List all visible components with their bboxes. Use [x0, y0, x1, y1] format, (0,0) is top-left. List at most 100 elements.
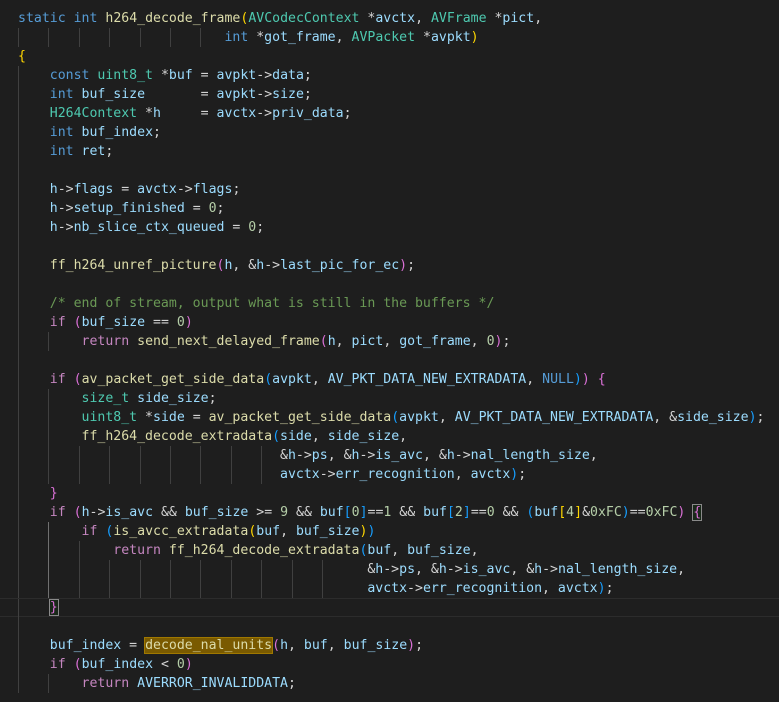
code-token: 0 [176, 315, 185, 330]
code-token: , [327, 638, 344, 653]
code-text: ff_h264_unref_picture(h, &h->last_pic_fo… [18, 256, 415, 275]
code-token: buf [256, 524, 281, 539]
code-token: h [153, 106, 161, 121]
code-token: ; [303, 87, 312, 102]
code-token: ) [573, 372, 582, 387]
code-line[interactable]: int buf_index; [0, 123, 779, 142]
code-token: , [335, 30, 352, 45]
code-token: ; [502, 334, 511, 349]
code-token: , [470, 334, 487, 349]
code-token: ; [256, 220, 265, 235]
code-token: pict [502, 11, 535, 26]
code-token: -> [383, 562, 400, 577]
code-token: -> [542, 562, 558, 577]
code-token: ( [272, 638, 281, 653]
code-token: * [359, 11, 376, 26]
code-line[interactable]: int *got_frame, AVPacket *avpkt) [0, 28, 779, 47]
code-token: = [145, 87, 217, 102]
code-line[interactable]: avctx->err_recognition, avctx); [0, 579, 779, 598]
code-text: return send_next_delayed_frame(h, pict, … [18, 332, 511, 351]
code-token: [ [558, 505, 567, 520]
code-token: ] [359, 505, 368, 520]
code-token: /* end of stream, output what is still i… [49, 296, 495, 311]
code-token: -> [295, 448, 312, 463]
code-token: av_packet_get_side_data [208, 410, 392, 425]
code-line[interactable]: return send_next_delayed_frame(h, pict, … [0, 332, 779, 351]
code-token: uint8_t [97, 68, 153, 83]
code-text: if (is_avcc_extradata(buf, buf_size)) [18, 522, 376, 541]
code-text: &h->ps, &h->is_avc, &h->nal_length_size, [18, 446, 598, 465]
code-token: == [367, 505, 384, 520]
code-line[interactable]: buf_index = decode_nal_units(h, buf, buf… [0, 636, 779, 655]
code-token: , [526, 372, 543, 387]
code-token: ; [415, 638, 424, 653]
code-line[interactable]: if (buf_index < 0) [0, 655, 779, 674]
code-token: ) [748, 410, 757, 425]
code-text: if (h->is_avc && buf_size >= 9 && buf[0]… [18, 503, 703, 522]
code-token: , [399, 429, 408, 444]
code-line[interactable]: /* end of stream, output what is still i… [0, 294, 779, 313]
code-token: h [446, 448, 455, 463]
code-line[interactable]: h->setup_finished = 0; [0, 199, 779, 218]
code-line[interactable]: } [0, 598, 779, 618]
code-line[interactable]: avctx->err_recognition, avctx); [0, 465, 779, 484]
code-line[interactable] [0, 351, 779, 370]
code-text: int ret; [18, 142, 114, 161]
code-token: if [49, 372, 66, 387]
code-token: == [629, 505, 646, 520]
code-line[interactable]: &h->ps, &h->is_avc, &h->nal_length_size, [0, 446, 779, 465]
code-line[interactable]: if (av_packet_get_side_data(avpkt, AV_PK… [0, 370, 779, 389]
code-line[interactable]: return ff_h264_decode_extradata(buf, buf… [0, 541, 779, 560]
code-token: h [49, 201, 58, 216]
code-line[interactable]: ff_h264_decode_extradata(side, side_size… [0, 427, 779, 446]
code-token: h [287, 448, 296, 463]
code-line[interactable] [0, 617, 779, 636]
code-line[interactable]: h->flags = avctx->flags; [0, 180, 779, 199]
code-line[interactable]: int ret; [0, 142, 779, 161]
code-text: return AVERROR_INVALIDDATA; [18, 674, 296, 693]
code-text: buf_index = decode_nal_units(h, buf, buf… [18, 636, 423, 655]
code-line[interactable]: H264Context *h = avctx->priv_data; [0, 104, 779, 123]
code-line[interactable]: size_t side_size; [0, 389, 779, 408]
code-token: ; [407, 258, 416, 273]
code-line[interactable]: h->nb_slice_ctx_queued = 0; [0, 218, 779, 237]
code-text: h->flags = avctx->flags; [18, 180, 241, 199]
code-text: if (buf_size == 0) [18, 313, 193, 332]
code-token: send_next_delayed_frame [137, 334, 320, 349]
code-token: side [153, 410, 185, 425]
code-line[interactable] [0, 237, 779, 256]
code-token: 0 [486, 505, 495, 520]
code-line[interactable]: } [0, 484, 779, 503]
code-token: , & [327, 448, 352, 463]
code-token: int [49, 144, 74, 159]
code-token: side [280, 429, 312, 444]
code-line[interactable]: { [0, 47, 779, 66]
code-token: = [184, 201, 209, 216]
code-line[interactable]: const uint8_t *buf = avpkt->data; [0, 66, 779, 85]
code-token: AVFrame [430, 11, 487, 26]
code-line[interactable]: if (buf_size == 0) [0, 313, 779, 332]
code-line[interactable] [0, 275, 779, 294]
code-line[interactable]: static int h264_decode_frame(AVCodecCont… [0, 9, 779, 28]
code-text: int buf_index; [18, 123, 161, 142]
code-token: buf_index [81, 657, 154, 672]
code-line[interactable]: int buf_size = avpkt->size; [0, 85, 779, 104]
code-line[interactable]: ff_h264_unref_picture(h, &h->last_pic_fo… [0, 256, 779, 275]
code-token: const [49, 68, 90, 83]
code-editor[interactable]: static int h264_decode_frame (AVCodecCont… [0, 0, 779, 702]
code-line[interactable]: return AVERROR_INVALIDDATA; [0, 674, 779, 693]
code-token: , & [653, 410, 678, 425]
code-line[interactable]: uint8_t *side = av_packet_get_side_data(… [0, 408, 779, 427]
code-line[interactable] [0, 161, 779, 180]
code-line[interactable]: if (h->is_avc && buf_size >= 9 && buf[0]… [0, 503, 779, 522]
code-line[interactable]: &h->ps, &h->is_avc, &h->nal_length_size, [0, 560, 779, 579]
code-token: ) [184, 657, 193, 672]
indent-guide [18, 351, 19, 370]
code-token: avpkt [430, 30, 471, 45]
code-line[interactable]: if (is_avcc_extradata(buf, buf_size)) [0, 522, 779, 541]
